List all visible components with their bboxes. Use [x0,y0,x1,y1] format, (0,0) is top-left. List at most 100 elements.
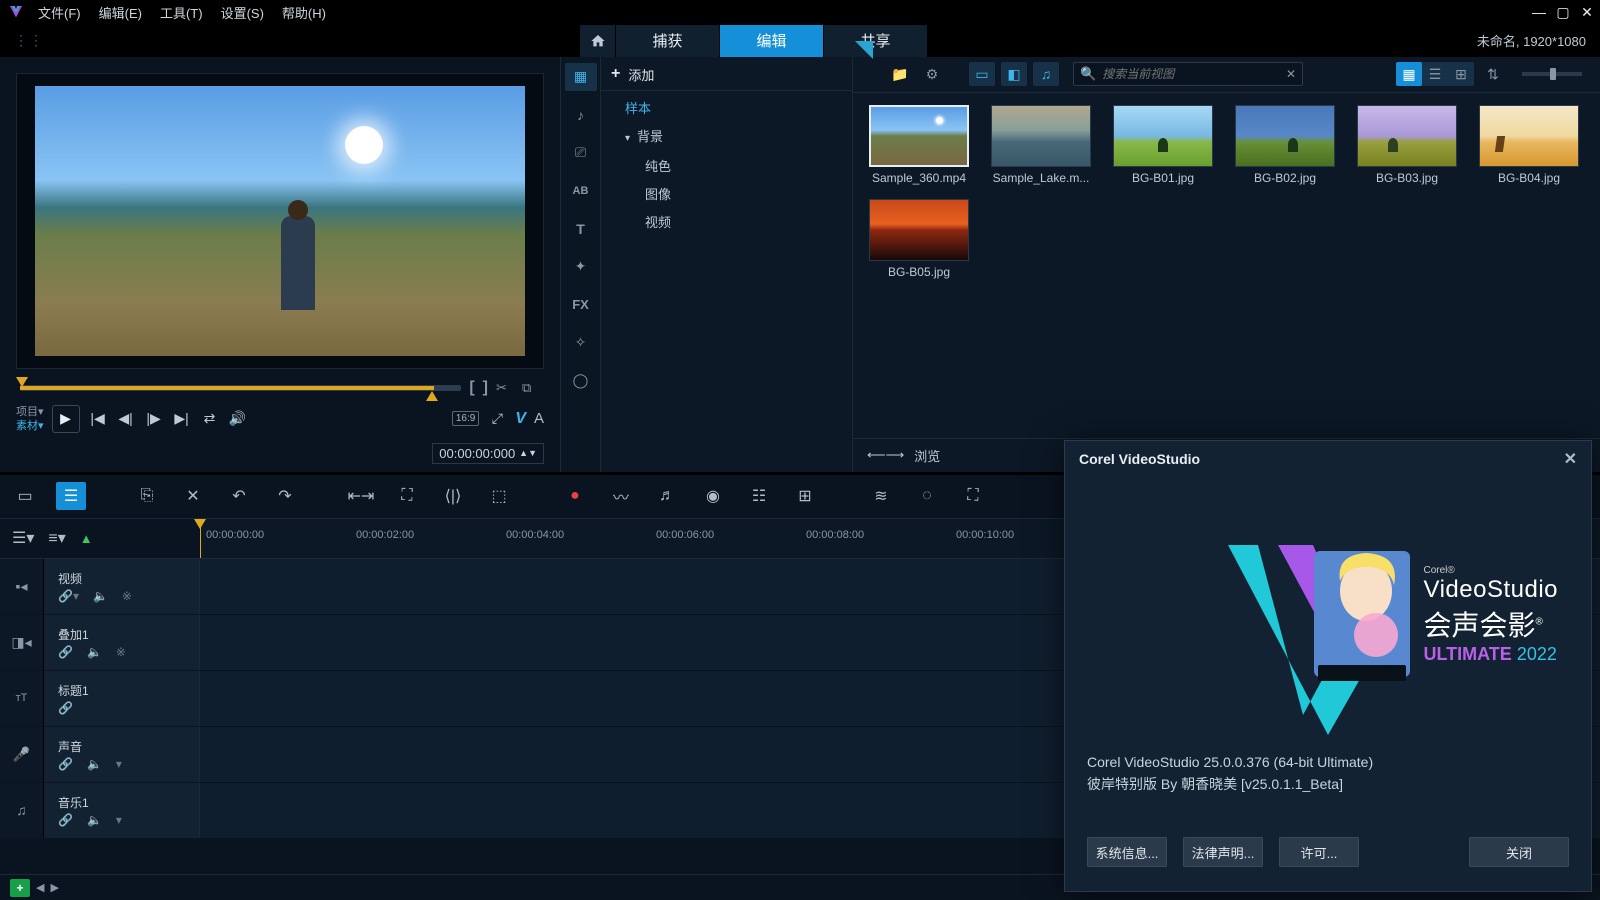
scroll-left-icon[interactable]: ◀ [36,881,44,894]
track-overlay-icon[interactable]: ◨◂ [0,615,44,670]
search-input[interactable] [1102,67,1280,81]
view-thumb-icon[interactable]: ▦ [1396,62,1422,86]
filter-video-icon[interactable]: ▭ [969,62,995,86]
pin-icon[interactable] [855,41,873,59]
filter-audio-icon[interactable]: ♫ [1033,62,1059,86]
redo-icon[interactable]: ↷ [270,482,300,510]
thumbnail-item[interactable]: Sample_Lake.m... [987,105,1095,185]
motion-track-icon[interactable]: ◉ [698,482,728,510]
volume-icon[interactable]: 🔊 [228,409,248,429]
preview-mode-clip[interactable]: 素材▾ [16,419,44,433]
aspect-ratio-label[interactable]: 16:9 [452,411,479,426]
legal-button[interactable]: 法律声明... [1183,837,1263,867]
sidebar-overlay-icon[interactable]: ✦ [565,253,597,281]
next-frame-button[interactable]: |▶ [144,409,164,429]
resize-icon[interactable]: ⤢ [487,409,507,429]
crop-icon[interactable]: ⬚ [484,482,514,510]
add-track-button[interactable]: + [10,879,30,897]
track-link-icon[interactable]: 🔗▾ [58,589,79,603]
mark-in-icon[interactable]: [ [469,379,474,397]
tab-capture[interactable]: 捕获 [616,25,720,57]
search-box[interactable]: 🔍 ✕ [1073,62,1303,86]
go-start-button[interactable]: |◀ [88,409,108,429]
sort-icon[interactable]: ⇅ [1480,62,1506,86]
sysinfo-button[interactable]: 系统信息... [1087,837,1167,867]
multiview-icon[interactable]: ⊞ [790,482,820,510]
tree-item-background[interactable]: ▾背景 [609,123,844,153]
menu-tools[interactable]: 工具(T) [160,3,203,22]
clear-search-icon[interactable]: ✕ [1286,67,1296,81]
track-title-icon[interactable]: ᴛT [0,671,44,726]
track-fx-icon[interactable]: ※ [122,589,132,603]
fit-window-icon[interactable]: ⛶ [392,482,422,510]
sidebar-fx-icon[interactable]: FX [565,291,597,319]
collapse-tracks-icon[interactable]: ▲ [80,531,93,546]
timeline-mode-icon[interactable]: ☰ [56,482,86,510]
auto-music-icon[interactable]: ♬ [652,482,682,510]
thumbnail-item[interactable]: BG-B05.jpg [865,199,973,279]
prev-frame-button[interactable]: ◀| [116,409,136,429]
scroll-right-icon[interactable]: ▶ [50,881,58,894]
threesixty-icon[interactable]: ◌ [912,482,942,510]
home-button[interactable] [580,25,616,57]
track-video-icon[interactable]: ▪◂ [0,559,44,614]
import-folder-icon[interactable]: 📁 [887,62,913,86]
cut-icon[interactable]: ✂ [496,380,514,396]
mark-out-icon[interactable]: ] [483,379,488,397]
tree-item-video[interactable]: 视频 [609,209,844,237]
minimize-button[interactable]: — [1532,5,1546,19]
track-mute-icon[interactable]: 🔈 [93,589,108,603]
track-voice-icon[interactable]: 🎤 [0,727,44,782]
sidebar-media-icon[interactable]: ▦ [565,63,597,91]
track-music-icon[interactable]: ♫ [0,783,44,838]
speed-icon[interactable]: ≋ [866,482,896,510]
v-mode-icon[interactable]: V [515,410,526,428]
tree-item-image[interactable]: 图像 [609,181,844,209]
facefocus-icon[interactable]: ⛶ [958,482,988,510]
view-list-icon[interactable]: ☰ [1422,62,1448,86]
thumbnail-item[interactable]: Sample_360.mp4 [865,105,973,185]
a-mode-icon[interactable]: A [534,410,544,427]
record-icon[interactable]: ● [560,482,590,510]
sidebar-transition-icon[interactable]: ⎚ [565,139,597,167]
undo-icon[interactable]: ↶ [224,482,254,510]
tab-share[interactable]: 共享 [824,25,928,57]
license-button[interactable]: 许可... [1279,837,1359,867]
sidebar-title-ab-icon[interactable]: AB [565,177,597,205]
copy-attr-icon[interactable]: ⎘ [132,482,162,510]
browse-toggle-icon[interactable]: ⟵⟶ [867,447,904,463]
preview-monitor[interactable] [16,73,544,369]
dialog-close-button[interactable]: ✕ [1564,449,1577,469]
tree-item-samples[interactable]: 样本 [609,95,844,123]
menu-settings[interactable]: 设置(S) [221,3,264,22]
close-button[interactable]: ✕ [1580,5,1594,19]
split-icon[interactable]: ⟨|⟩ [438,482,468,510]
view-grid-icon[interactable]: ⊞ [1448,62,1474,86]
preview-mode-project[interactable]: 项目▾ [16,405,44,419]
storyboard-mode-icon[interactable]: ▭ [10,482,40,510]
loop-button[interactable]: ⇄ [200,409,220,429]
browse-label[interactable]: 浏览 [914,446,940,465]
timecode-display[interactable]: 00:00:00:000▲▼ [432,443,544,464]
sidebar-ar-icon[interactable]: ◯ [565,367,597,395]
play-button[interactable]: ▶ [52,405,80,433]
scrubber[interactable] [20,385,461,391]
menu-help[interactable]: 帮助(H) [282,3,326,22]
track-options-icon[interactable]: ☰▾ [12,524,34,552]
thumbnail-item[interactable]: BG-B02.jpg [1231,105,1339,185]
maximize-button[interactable]: ▢ [1556,5,1570,19]
thumbnail-item[interactable]: BG-B03.jpg [1353,105,1461,185]
capture-icon[interactable]: ⚙ [919,62,945,86]
sidebar-motion-icon[interactable]: ✧ [565,329,597,357]
dialog-close-btn[interactable]: 关闭 [1469,837,1569,867]
snapshot-icon[interactable]: ⧉ [522,380,540,396]
playhead[interactable] [200,519,201,558]
tree-item-solid[interactable]: 纯色 [609,153,844,181]
thumb-zoom-slider[interactable] [1522,72,1582,76]
thumbnail-item[interactable]: BG-B04.jpg [1475,105,1583,185]
go-end-button[interactable]: ▶| [172,409,192,429]
thumbnail-item[interactable]: BG-B01.jpg [1109,105,1217,185]
sidebar-title-icon[interactable]: T [565,215,597,243]
fit-project-icon[interactable]: ⇤⇥ [346,482,376,510]
library-add-button[interactable]: +添加 [601,61,852,91]
